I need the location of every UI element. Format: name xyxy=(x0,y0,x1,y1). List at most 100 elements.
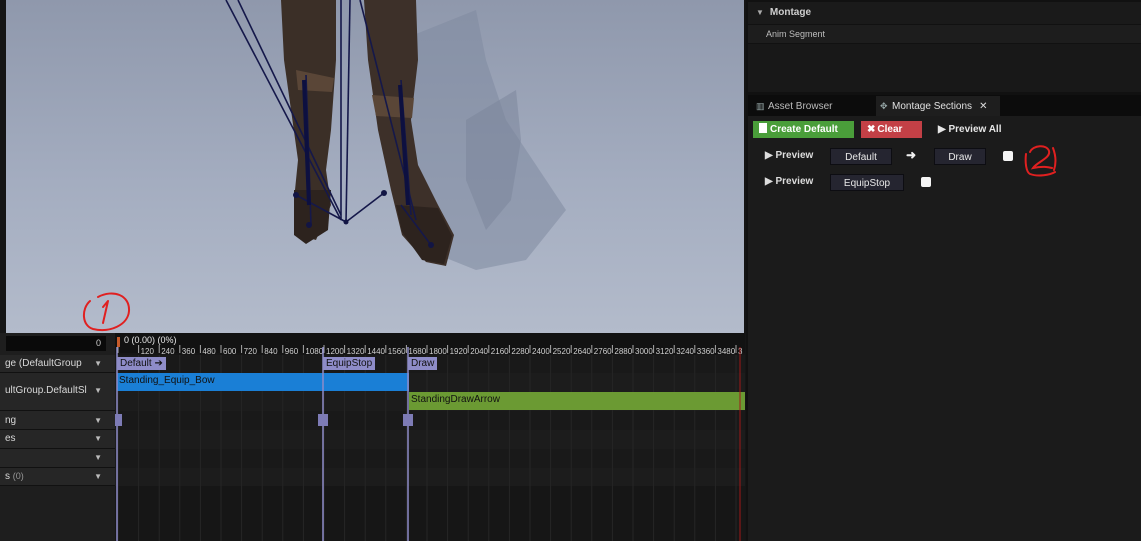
preview-label: Preview xyxy=(775,176,814,187)
anim-segment-label: Standing_Equip_Bow xyxy=(119,375,215,386)
section-preview-button[interactable]: ▶ Preview xyxy=(765,176,813,187)
loop-checkbox[interactable] xyxy=(921,177,931,187)
montage-group-track[interactable]: ge (DefaultGroup ▼ xyxy=(0,355,115,373)
ruler-tick-label: 840 xyxy=(264,347,278,356)
viewport-3d[interactable] xyxy=(6,0,744,333)
ruler-tick-label: 120 xyxy=(141,347,155,356)
annotation-1 xyxy=(83,292,131,331)
ruler-tick-label: 2520 xyxy=(553,347,571,356)
tab-asset-browser[interactable]: ▥ Asset Browser xyxy=(752,96,872,116)
section-chip-draw[interactable]: Draw xyxy=(934,148,986,165)
scrub-head xyxy=(117,337,120,347)
preview-label: Preview xyxy=(775,150,814,161)
section-tag-label: Default xyxy=(120,358,152,369)
arrow-right-icon: ➔ xyxy=(154,358,163,369)
track-filter-input[interactable] xyxy=(6,336,106,351)
ruler-tick-label: 3000 xyxy=(635,347,653,356)
ruler-tick-label: 1680 xyxy=(408,347,426,356)
dropdown-arrow-icon[interactable]: ▼ xyxy=(94,359,102,368)
dropdown-arrow-icon[interactable]: ▼ xyxy=(94,472,102,481)
tab-label: Asset Browser xyxy=(768,101,833,112)
ruler-tick-label: 2160 xyxy=(491,347,509,356)
collapse-triangle-icon[interactable]: ▼ xyxy=(756,2,764,24)
ruler-tick-label: 2640 xyxy=(573,347,591,356)
category-title: Montage xyxy=(769,7,812,18)
ruler-tick-label: 1920 xyxy=(450,347,468,356)
ruler-tick-label: 960 xyxy=(285,347,299,356)
arrow-right-icon: ➜ xyxy=(906,148,917,162)
ruler-tick-label: 2040 xyxy=(470,347,488,356)
timing-track[interactable]: ng ▼ xyxy=(0,411,115,430)
play-icon: ▶ xyxy=(765,176,773,187)
tab-bar: ▥ Asset Browser ✥ Montage Sections ✕ xyxy=(748,95,1141,116)
x-icon: ✖ xyxy=(867,124,876,135)
dropdown-arrow-icon[interactable]: ▼ xyxy=(94,416,102,425)
preview-all-button[interactable]: ▶ Preview All xyxy=(932,121,1007,138)
track-count: (0) xyxy=(12,471,24,481)
asset-browser-icon: ▥ xyxy=(756,101,765,111)
anim-segment-row[interactable]: Anim Segment xyxy=(748,25,1141,43)
section-chip-equipstop[interactable]: EquipStop xyxy=(830,174,904,191)
slot-track[interactable]: ultGroup.DefaultSl ▼ xyxy=(0,373,115,411)
annotation-2 xyxy=(1024,145,1057,177)
tab-montage-sections[interactable]: ✥ Montage Sections ✕ xyxy=(876,96,1000,116)
track-label-text: ultGroup.DefaultSl xyxy=(5,385,87,396)
section-tag-default[interactable]: Default ➔ xyxy=(117,357,166,370)
curves-track[interactable]: s (0) ▼ xyxy=(0,468,115,486)
tab-label: Montage Sections xyxy=(892,101,973,112)
track-label-text: es xyxy=(5,433,16,444)
ruler-tick-label: 360 xyxy=(182,347,196,356)
ruler-tick-label: 1440 xyxy=(367,347,385,356)
section-preview-button[interactable]: ▶ Preview xyxy=(765,150,813,161)
loop-checkbox[interactable] xyxy=(1003,151,1013,161)
new-file-icon xyxy=(759,123,767,133)
track-row-bg xyxy=(115,430,745,449)
track-label-text: ng xyxy=(5,415,17,426)
track-label-text: s xyxy=(5,471,10,482)
montage-timeline: 0 ge (DefaultGroup ▼ ultGroup.DefaultSl … xyxy=(0,292,745,541)
track-row-bg xyxy=(115,449,745,468)
ruler-tick-label: 600 xyxy=(223,347,237,356)
ruler-tick-label: 3120 xyxy=(656,347,674,356)
section-tag-equipstop[interactable]: EquipStop xyxy=(323,357,376,370)
ruler-tick-label: 3360 xyxy=(697,347,715,356)
track-row-bg xyxy=(115,411,745,430)
ruler-tick-label: 3480 xyxy=(717,347,735,356)
ruler-tick-label: 2760 xyxy=(594,347,612,356)
ruler-tick-label: 3240 xyxy=(676,347,694,356)
track-row-bg xyxy=(115,468,745,486)
close-icon[interactable]: ✕ xyxy=(979,101,987,112)
clear-button[interactable]: ✖ Clear xyxy=(861,121,922,138)
ruler-tick-label: 1200 xyxy=(326,347,344,356)
clear-label: Clear xyxy=(877,124,903,135)
anim-segment-label: Anim Segment xyxy=(766,29,826,39)
ruler-tick-label: 240 xyxy=(161,347,175,356)
section-marker-handle xyxy=(403,414,413,426)
montage-category-header[interactable]: ▼ Montage xyxy=(748,2,1141,24)
ruler-tick-label: 1800 xyxy=(429,347,447,356)
track-row[interactable]: ▼ xyxy=(0,449,115,468)
ruler-tick-label: 480 xyxy=(202,347,216,356)
dropdown-arrow-icon[interactable]: ▼ xyxy=(94,434,102,443)
ruler-tick-label: 2400 xyxy=(532,347,550,356)
notifies-track[interactable]: es ▼ xyxy=(0,430,115,449)
ruler-tick-label: 2880 xyxy=(614,347,632,356)
create-default-button[interactable]: Create Default xyxy=(753,121,854,138)
dropdown-arrow-icon[interactable]: ▼ xyxy=(94,453,102,462)
ruler-tick-label: 1080 xyxy=(305,347,323,356)
montage-sections-panel: Create Default ✖ Clear ▶ Preview All ▶ Pr… xyxy=(748,116,1141,541)
track-label-text: ge (DefaultGroup xyxy=(5,358,82,369)
dropdown-arrow-icon[interactable]: ▼ xyxy=(94,386,102,395)
character-render xyxy=(225,0,566,270)
ruler-tick-label: 1560 xyxy=(388,347,406,356)
section-chip-default[interactable]: Default xyxy=(830,148,892,165)
play-icon: ▶ xyxy=(765,150,773,161)
track-header-column: 0 ge (DefaultGroup ▼ ultGroup.DefaultSl … xyxy=(0,333,115,541)
section-marker-handle xyxy=(318,414,328,426)
section-tag-draw[interactable]: Draw xyxy=(408,357,438,370)
preview-all-label: Preview All xyxy=(948,124,1002,135)
details-empty-area xyxy=(748,44,1141,92)
right-panel: ▼ Montage Anim Segment ▥ Asset Browser ✥ Mo… xyxy=(746,0,1141,541)
section-marker-handle xyxy=(115,414,122,426)
ruler-tick-label: 2280 xyxy=(511,347,529,356)
